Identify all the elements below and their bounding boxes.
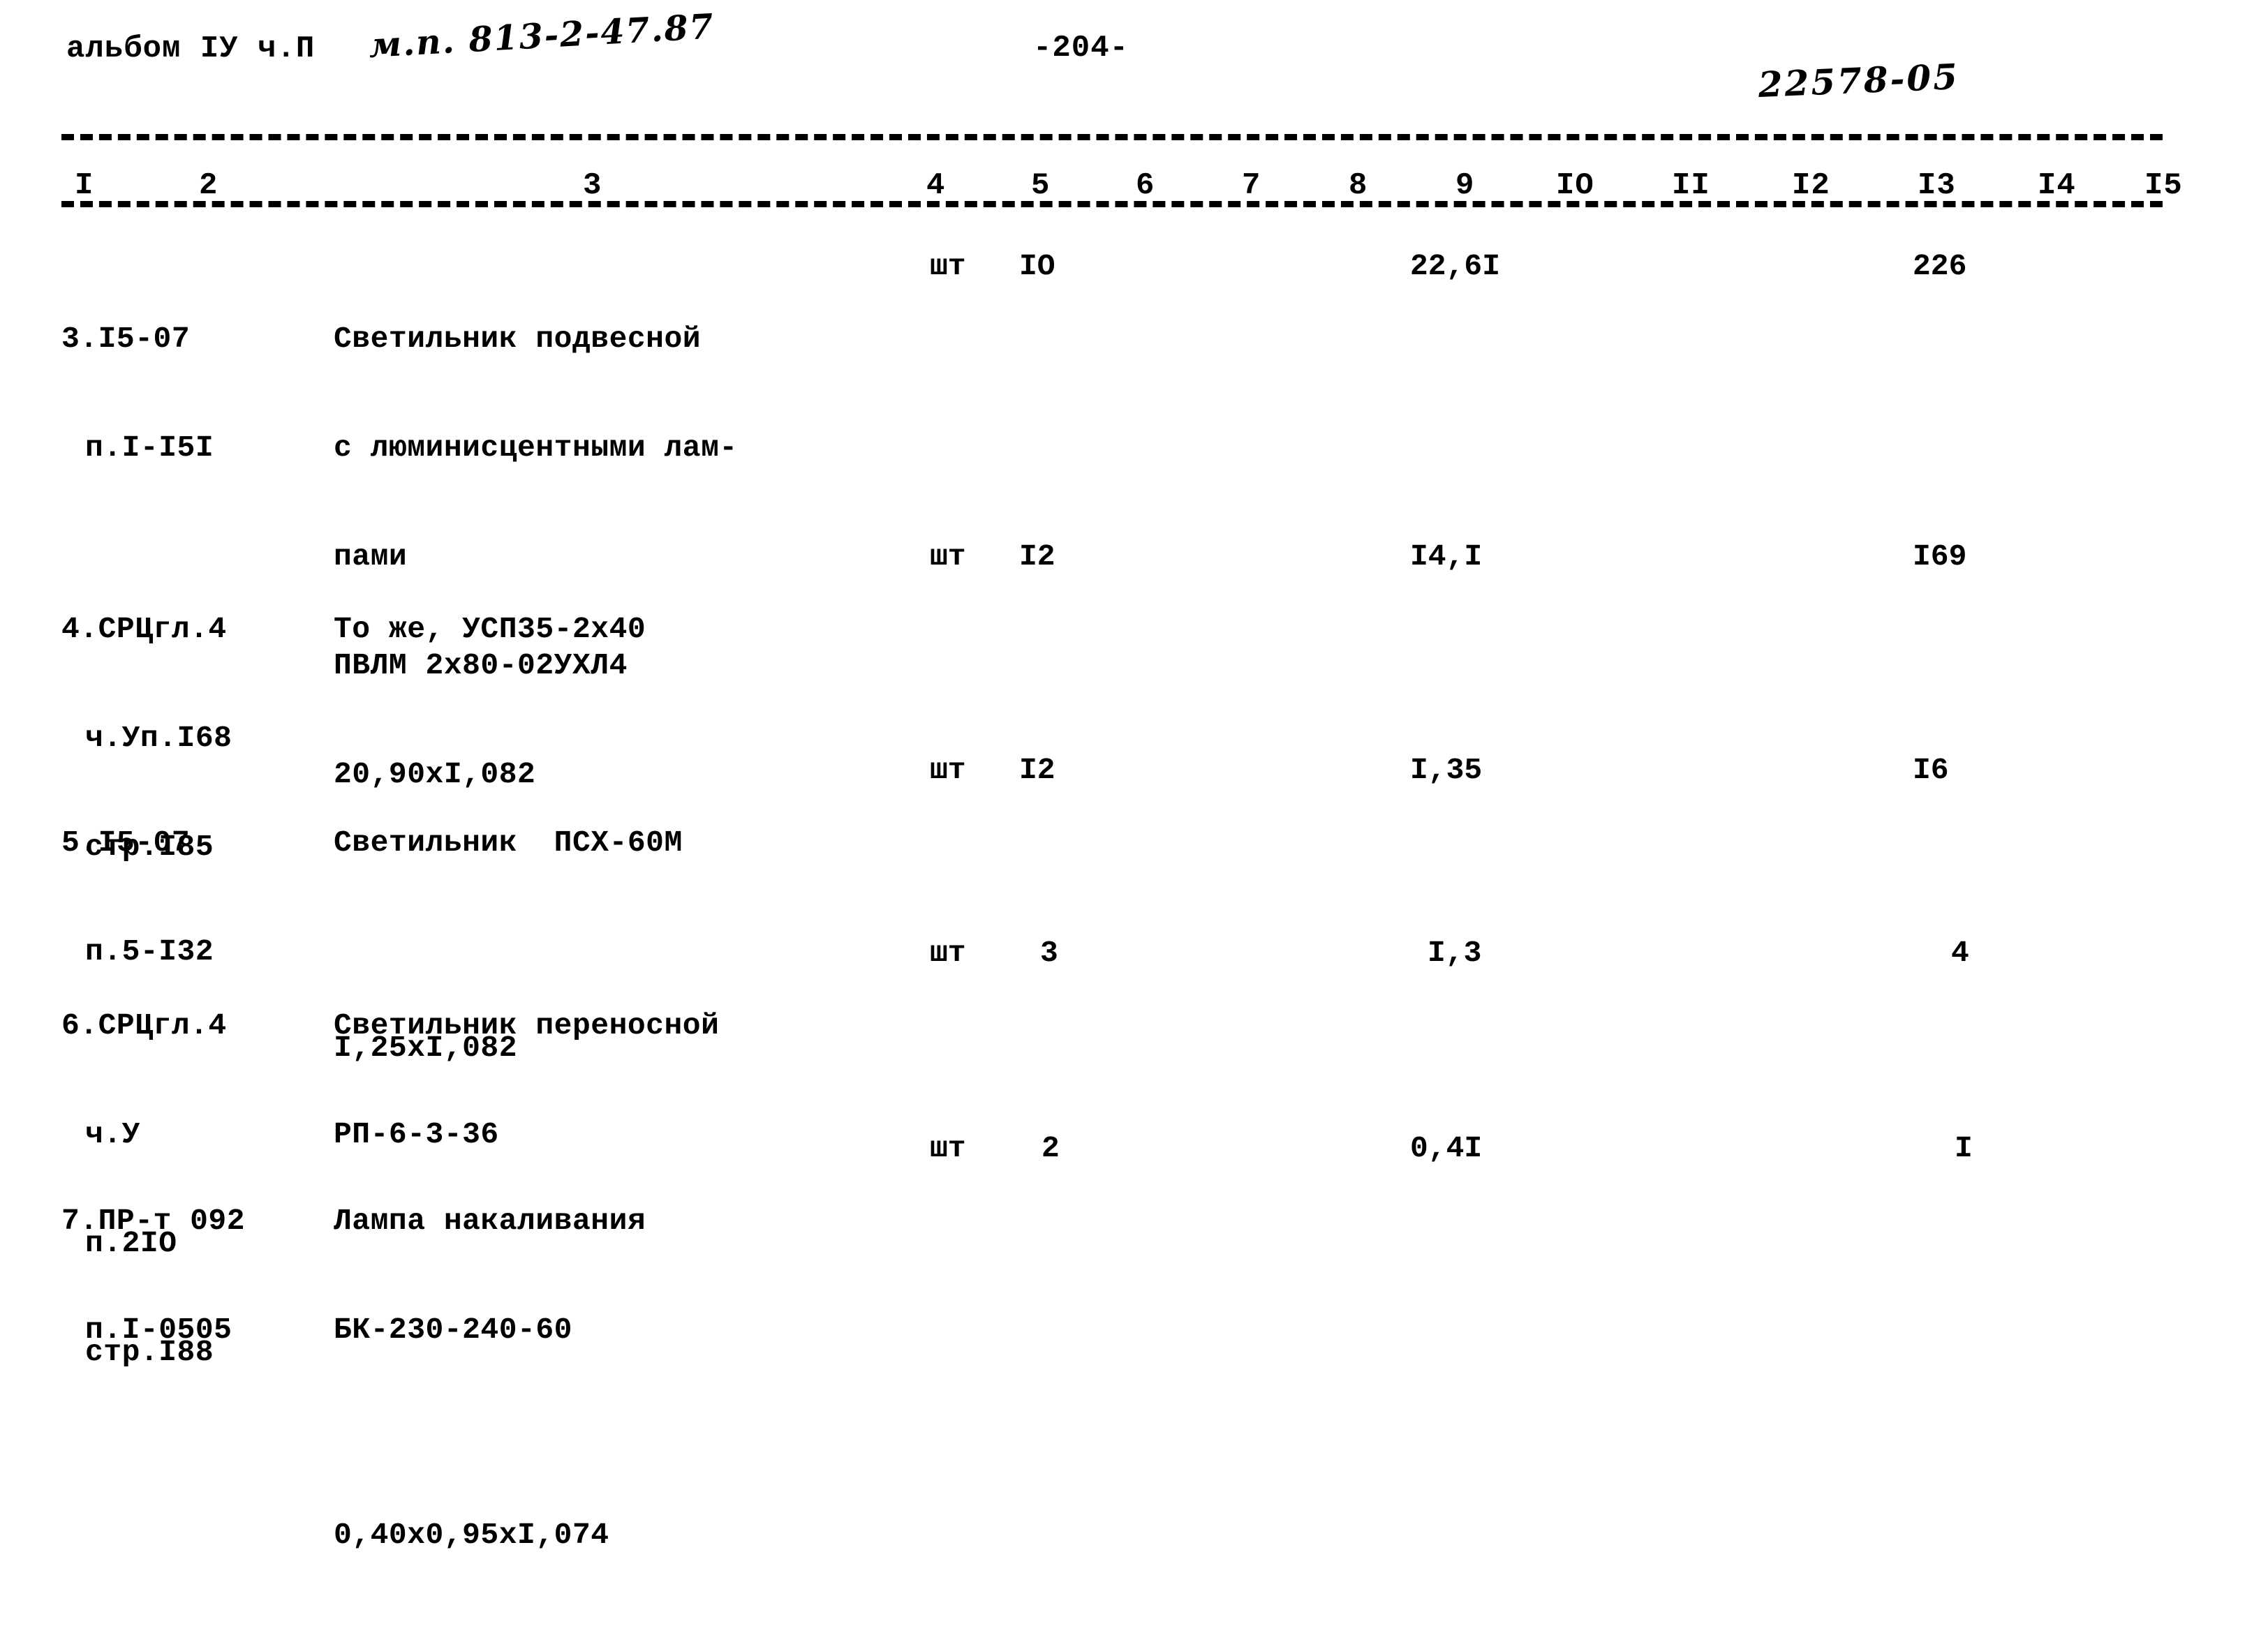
page-number: -204- xyxy=(1033,31,1129,66)
row-quantity: IO xyxy=(1019,249,1055,283)
row-description-line: 0,40х0,95хI,074 xyxy=(334,1518,609,1552)
row-quantity: 3 xyxy=(1040,936,1058,970)
row-price: I,3 xyxy=(1428,936,1482,970)
row-unit: шт xyxy=(930,936,966,970)
row-code: 3.I5-07 п.I-I5I xyxy=(61,248,214,539)
row-unit: шт xyxy=(930,539,966,574)
row-total: I6 xyxy=(1913,753,1949,787)
row-description: То же, УСП35-2х40 xyxy=(334,539,646,720)
row-total: 4 xyxy=(1951,936,1969,970)
row-price: I,35 xyxy=(1410,753,1483,787)
column-number-3: 3 xyxy=(578,170,607,201)
row-code: 7.ПР-т 092 п.I-0505 xyxy=(61,1131,245,1421)
column-number-11: II xyxy=(1667,170,1715,201)
document-page: альбом IУ ч.П м.п. 813-2-47.87 -204- 225… xyxy=(0,0,2268,1552)
row-code-line: 3.I5-07 xyxy=(61,322,191,356)
row-description-line: Светильник переносной xyxy=(334,1008,720,1043)
column-number-14: I4 xyxy=(2033,170,2081,201)
column-number-10: IO xyxy=(1551,170,1599,201)
row-price: 0,4I xyxy=(1410,1131,1483,1165)
top-dashed-rule xyxy=(61,134,2163,140)
row-total: 226 xyxy=(1913,249,1967,283)
column-number-13: I3 xyxy=(1913,170,1961,201)
column-number-2: 2 xyxy=(194,170,223,201)
row-price: I4,I xyxy=(1410,539,1483,574)
row-code-line: п.I-0505 xyxy=(85,1313,232,1347)
row-code-line: 4.СРЦгл.4 xyxy=(61,612,227,646)
column-number-8: 8 xyxy=(1344,170,1373,201)
description-spacer xyxy=(334,1421,646,1445)
row-code-line: 6.СРЦгл.4 xyxy=(61,1008,227,1043)
row-description-line: с люминисцентными лам- xyxy=(334,431,738,465)
row-quantity: I2 xyxy=(1019,753,1055,787)
row-total: I69 xyxy=(1913,539,1967,574)
column-number-5: 5 xyxy=(1026,170,1055,201)
row-quantity: 2 xyxy=(1042,1131,1060,1165)
row-code-line: 7.ПР-т 092 xyxy=(61,1204,246,1238)
row-unit: шт xyxy=(930,753,966,787)
header-dashed-rule xyxy=(61,201,2163,207)
row-total: I xyxy=(1955,1131,1973,1165)
column-number-4: 4 xyxy=(921,170,951,201)
column-number-12: I2 xyxy=(1787,170,1835,201)
row-description-line: Светильник ПСХ-60М xyxy=(334,826,683,860)
column-number-9: 9 xyxy=(1451,170,1480,201)
row-code-line: ч.Уп.I68 xyxy=(85,721,232,755)
row-code-line: п.I-I5I xyxy=(85,431,214,465)
album-label: альбом IУ ч.П xyxy=(66,31,316,66)
handwritten-archive-code: 22578-05 xyxy=(1757,55,1961,105)
row-description: Лампа накаливания БК-230-240-60 0,40х0,9… xyxy=(334,1131,646,1626)
row-description-line: БК-230-240-60 xyxy=(334,1313,572,1347)
row-description-line: Светильник подвесной xyxy=(334,322,702,356)
row-unit: шт xyxy=(930,249,966,283)
row-unit: шт xyxy=(930,1131,966,1165)
handwritten-spec-number: м.п. 813-2-47.87 xyxy=(367,6,716,66)
column-number-7: 7 xyxy=(1237,170,1266,201)
column-number-6: 6 xyxy=(1131,170,1160,201)
column-number-1: I xyxy=(70,170,99,201)
row-price: 22,6I xyxy=(1410,249,1501,283)
row-quantity: I2 xyxy=(1019,539,1055,574)
row-description-line: То же, УСП35-2х40 xyxy=(334,612,646,646)
column-number-15: I5 xyxy=(2140,170,2188,201)
row-code-line: 5.I5-07 xyxy=(61,826,191,860)
row-description-line: Лампа накаливания xyxy=(334,1204,646,1238)
